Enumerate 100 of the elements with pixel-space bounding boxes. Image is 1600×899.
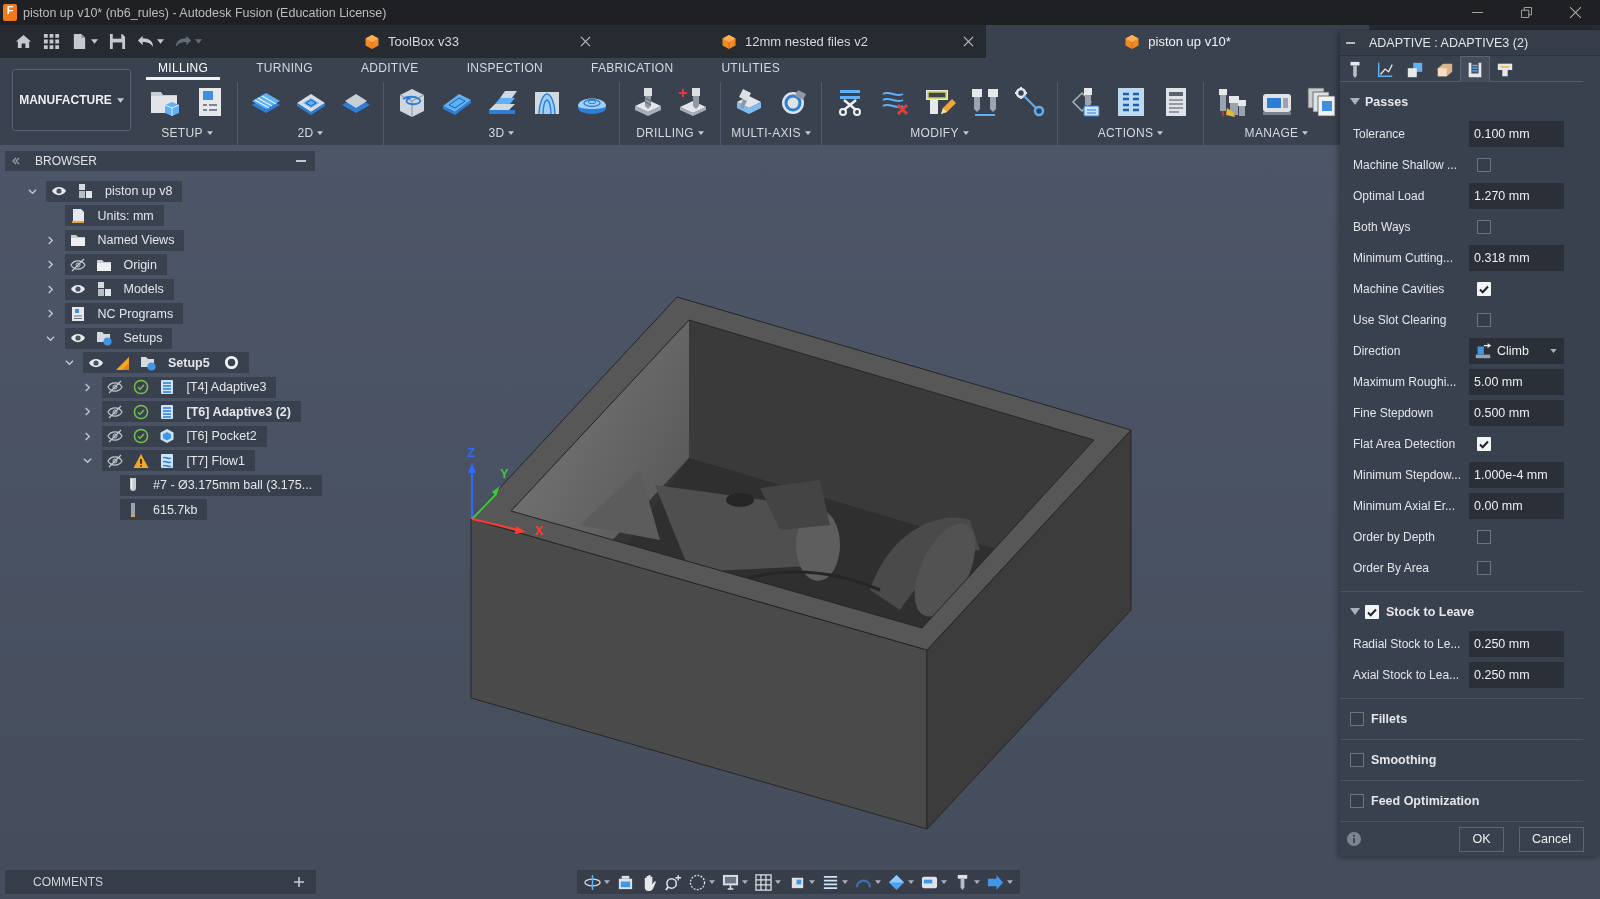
chevron-right-icon[interactable]: [83, 382, 92, 392]
tree-item[interactable]: Units: mm: [64, 205, 164, 227]
list-lines-icon[interactable]: [821, 873, 839, 891]
group-menu-button[interactable]: ACTIONS: [1097, 126, 1164, 140]
tree-item[interactable]: Named Views: [64, 229, 185, 251]
checkbox[interactable]: [1350, 753, 1364, 767]
caret-icon[interactable]: [1006, 880, 1013, 884]
chevron-right-icon[interactable]: [46, 284, 55, 294]
group-menu-button[interactable]: MULTI-AXIS: [731, 126, 811, 140]
chevron-right-icon[interactable]: [83, 407, 92, 417]
eye-slash-icon[interactable]: [106, 403, 123, 420]
ribbon-tab[interactable]: FABRICATION: [579, 59, 686, 80]
sheets-stack-icon[interactable]: [1305, 86, 1338, 118]
input-field[interactable]: 0.00 mm: [1469, 492, 1564, 519]
tree-item[interactable]: Origin: [64, 254, 167, 276]
dropdown[interactable]: Climb: [1469, 337, 1564, 364]
chevron-right-icon[interactable]: [46, 260, 55, 270]
caret-icon[interactable]: [841, 880, 848, 884]
save-icon[interactable]: [109, 33, 126, 50]
tree-item[interactable]: #7 - Ø3.175mm ball (3.175...: [120, 474, 323, 496]
home-icon[interactable]: [15, 33, 32, 50]
caret-icon[interactable]: [907, 880, 914, 884]
eye-slash-icon[interactable]: [106, 428, 123, 445]
ribbon-tab[interactable]: MILLING: [146, 59, 221, 80]
document-tab[interactable]: piston up v10*: [986, 25, 1369, 58]
display-monitor-icon[interactable]: [722, 873, 740, 891]
checkbox[interactable]: [1477, 281, 1491, 296]
close-icon[interactable]: [963, 36, 974, 47]
chevron-down-icon[interactable]: [83, 456, 92, 466]
dashed-circle-icon[interactable]: [689, 873, 707, 891]
tree-item[interactable]: [T7] Flow1: [101, 450, 255, 472]
diamond-icon[interactable]: [887, 873, 905, 891]
eye-slash-icon[interactable]: [69, 256, 86, 273]
tree-item[interactable]: 615.7kb: [120, 499, 208, 521]
eye-slash-icon[interactable]: [106, 452, 123, 469]
caret-icon[interactable]: [709, 880, 716, 884]
caret-icon[interactable]: [742, 880, 749, 884]
zoom-icon[interactable]: [665, 873, 683, 891]
document-tab[interactable]: 12mm nested files v2: [603, 25, 986, 58]
checkbox[interactable]: [1477, 529, 1491, 544]
checkbox[interactable]: [1477, 157, 1491, 172]
caret-icon[interactable]: [91, 39, 98, 44]
grid-icon[interactable]: [755, 873, 773, 891]
apps-grid-icon[interactable]: [43, 33, 60, 50]
cancel-button[interactable]: Cancel: [1519, 826, 1584, 852]
tree-item[interactable]: Setup5: [83, 352, 249, 374]
plus-icon[interactable]: [294, 877, 304, 887]
input-field[interactable]: 0.100 mm: [1469, 120, 1564, 147]
group-menu-button[interactable]: 3D: [488, 126, 515, 140]
tree-item[interactable]: piston up v8: [46, 180, 183, 202]
input-field[interactable]: 1.270 mm: [1469, 182, 1564, 209]
input-field[interactable]: 1.000e-4 mm: [1469, 461, 1564, 488]
caret-icon[interactable]: [775, 880, 782, 884]
caret-icon[interactable]: [157, 39, 164, 44]
checkbox[interactable]: [1350, 794, 1364, 808]
info-icon[interactable]: [1347, 832, 1361, 846]
collapse-triangle-icon[interactable]: [1350, 608, 1360, 616]
chevron-right-icon[interactable]: [46, 235, 55, 245]
input-field[interactable]: 0.500 mm: [1469, 399, 1564, 426]
input-field[interactable]: 0.250 mm: [1469, 661, 1564, 688]
ok-button[interactable]: OK: [1459, 826, 1504, 852]
tree-item[interactable]: [T6] Adaptive3 (2): [101, 401, 301, 423]
close-icon[interactable]: [1570, 7, 1581, 18]
checkbox[interactable]: [1477, 312, 1491, 327]
restore-icon[interactable]: [1521, 7, 1532, 18]
input-field[interactable]: 0.318 mm: [1469, 244, 1564, 271]
chevron-right-icon[interactable]: [83, 431, 92, 441]
tree-item[interactable]: [T4] Adaptive3: [101, 376, 277, 398]
chevron-down-icon[interactable]: [46, 333, 55, 343]
tool-sheet-icon[interactable]: [1069, 86, 1102, 118]
tree-item[interactable]: [T6] Pocket2: [101, 425, 267, 447]
drill-plus-icon[interactable]: [676, 86, 709, 118]
double-chevron-left-icon[interactable]: [12, 157, 20, 165]
checkbox[interactable]: [1477, 436, 1491, 451]
caret-icon[interactable]: [940, 880, 947, 884]
file-icon[interactable]: [71, 33, 88, 50]
workspace-menu-button[interactable]: MANUFACTURE: [12, 69, 131, 131]
arrow-icon[interactable]: [986, 873, 1004, 891]
caret-icon[interactable]: [973, 880, 980, 884]
document-tab[interactable]: ToolBox v33: [220, 25, 603, 58]
tree-item[interactable]: NC Programs: [64, 303, 184, 325]
box-screen-icon[interactable]: [617, 873, 635, 891]
chevron-right-icon[interactable]: [46, 309, 55, 319]
ribbon-tab[interactable]: INSPECTION: [454, 59, 555, 80]
tree-item[interactable]: Setups: [64, 327, 173, 349]
group-menu-button[interactable]: DRILLING: [636, 126, 704, 140]
checkbox[interactable]: [1477, 560, 1491, 575]
node-link-icon[interactable]: [1013, 86, 1046, 118]
checkbox[interactable]: [1477, 219, 1491, 234]
ribbon-tab[interactable]: UTILITIES: [709, 59, 793, 80]
chevron-down-icon[interactable]: [27, 186, 37, 196]
caret-icon[interactable]: [808, 880, 815, 884]
input-field[interactable]: 5.00 mm: [1469, 368, 1564, 395]
checkbox[interactable]: [1350, 712, 1364, 726]
checkbox[interactable]: [1365, 605, 1379, 619]
ribbon-tab[interactable]: ADDITIVE: [348, 59, 431, 80]
input-field[interactable]: 0.250 mm: [1469, 630, 1564, 657]
ribbon-tab[interactable]: TURNING: [244, 59, 325, 80]
group-menu-button[interactable]: MANAGE: [1244, 126, 1309, 140]
collapse-triangle-icon[interactable]: [1350, 98, 1360, 106]
